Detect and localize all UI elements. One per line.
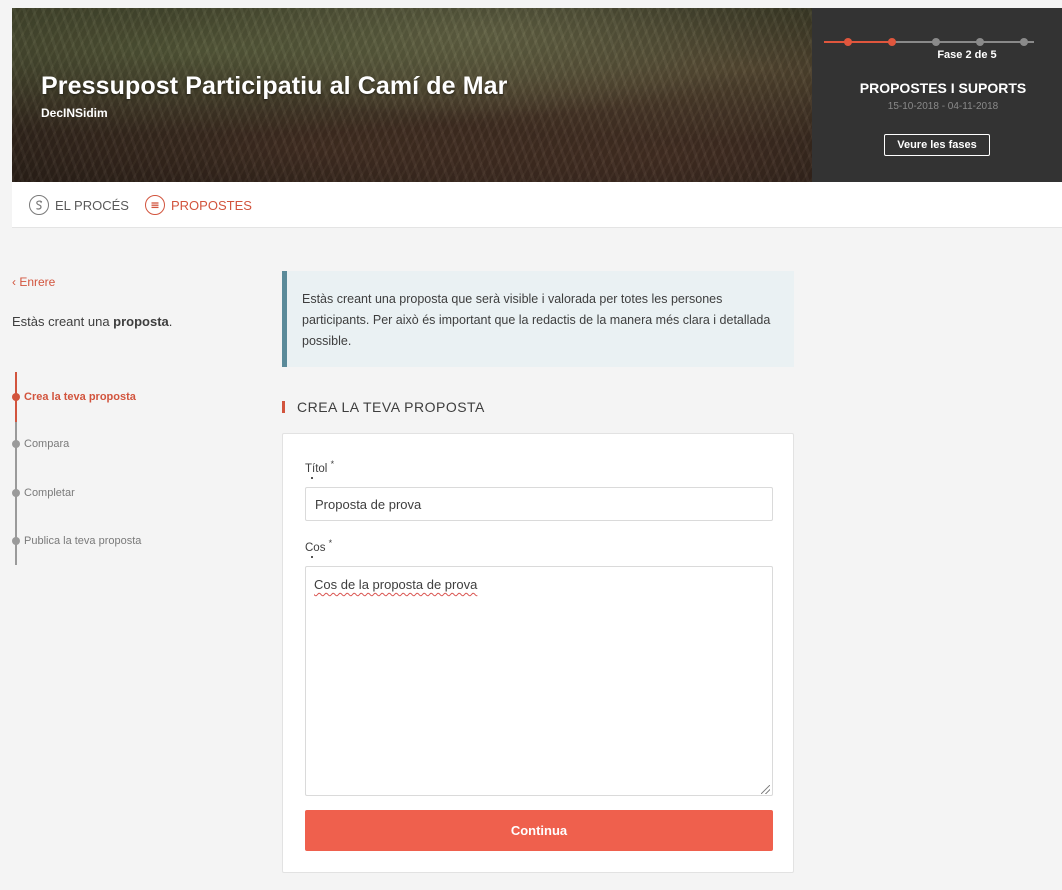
phase-panel: Fase 2 de 5 PROPOSTES I SUPORTS 15-10-20… xyxy=(812,8,1062,182)
phase-progress xyxy=(824,38,1034,46)
proposals-icon xyxy=(145,195,165,215)
step-label: Crea la teva proposta xyxy=(24,391,136,403)
step-dot xyxy=(12,440,20,448)
step-dot xyxy=(12,393,20,401)
phase-dot-3 xyxy=(932,38,940,46)
tab-process[interactable]: EL PROCÉS xyxy=(29,194,129,216)
wizard-step-compare: Compara xyxy=(12,437,69,451)
tab-proposals[interactable]: PROPOSTES xyxy=(145,194,252,216)
wizard-step-create: Crea la teva proposta xyxy=(12,390,136,404)
phase-name: PROPOSTES I SUPORTS xyxy=(859,80,1027,96)
step-dot xyxy=(12,537,20,545)
back-link[interactable]: ‹ Enrere xyxy=(12,275,55,289)
organization-name: DecINSidim xyxy=(41,106,108,120)
resize-handle-icon[interactable] xyxy=(761,785,770,794)
wizard-step-complete: Completar xyxy=(12,486,75,500)
title-input[interactable] xyxy=(305,487,773,521)
title-label: Títol * xyxy=(305,459,335,475)
process-nav: EL PROCÉS PROPOSTES xyxy=(12,182,1062,228)
wizard-steps: Crea la teva proposta Compara Completar … xyxy=(12,372,232,567)
view-phases-button[interactable]: Veure les fases xyxy=(884,134,990,156)
step-label: Completar xyxy=(24,487,75,499)
section-title: CREA LA TEVA PROPOSTA xyxy=(282,399,485,415)
sidebar-intro: Estàs creant una proposta. xyxy=(12,314,173,329)
step-label: Compara xyxy=(24,438,70,450)
section-accent-bar xyxy=(282,401,285,413)
tab-proposals-label: PROPOSTES xyxy=(171,197,252,213)
process-icon xyxy=(29,195,49,215)
step-dot xyxy=(12,489,20,497)
step-label: Publica la teva proposta xyxy=(24,535,142,547)
tab-process-label: EL PROCÉS xyxy=(55,197,129,213)
phase-dot-5 xyxy=(1020,38,1028,46)
wizard-step-publish: Publica la teva proposta xyxy=(12,534,141,548)
phase-dot-2 xyxy=(888,38,896,46)
phase-dot-4 xyxy=(976,38,984,46)
page-title: Pressupost Participatiu al Camí de Mar xyxy=(41,72,508,100)
info-callout: Estàs creant una proposta que serà visib… xyxy=(282,271,794,367)
phase-dot-1 xyxy=(844,38,852,46)
proposal-form: Títol * Cos * Cos de la proposta de prov… xyxy=(282,433,794,873)
phase-dates: 15-10-2018 - 04-11-2018 xyxy=(887,101,999,112)
body-textarea[interactable]: Cos de la proposta de prova xyxy=(305,566,773,796)
body-label: Cos * xyxy=(305,538,333,554)
continue-button[interactable]: Continua xyxy=(305,810,773,851)
phase-counter: Fase 2 de 5 xyxy=(937,49,997,61)
